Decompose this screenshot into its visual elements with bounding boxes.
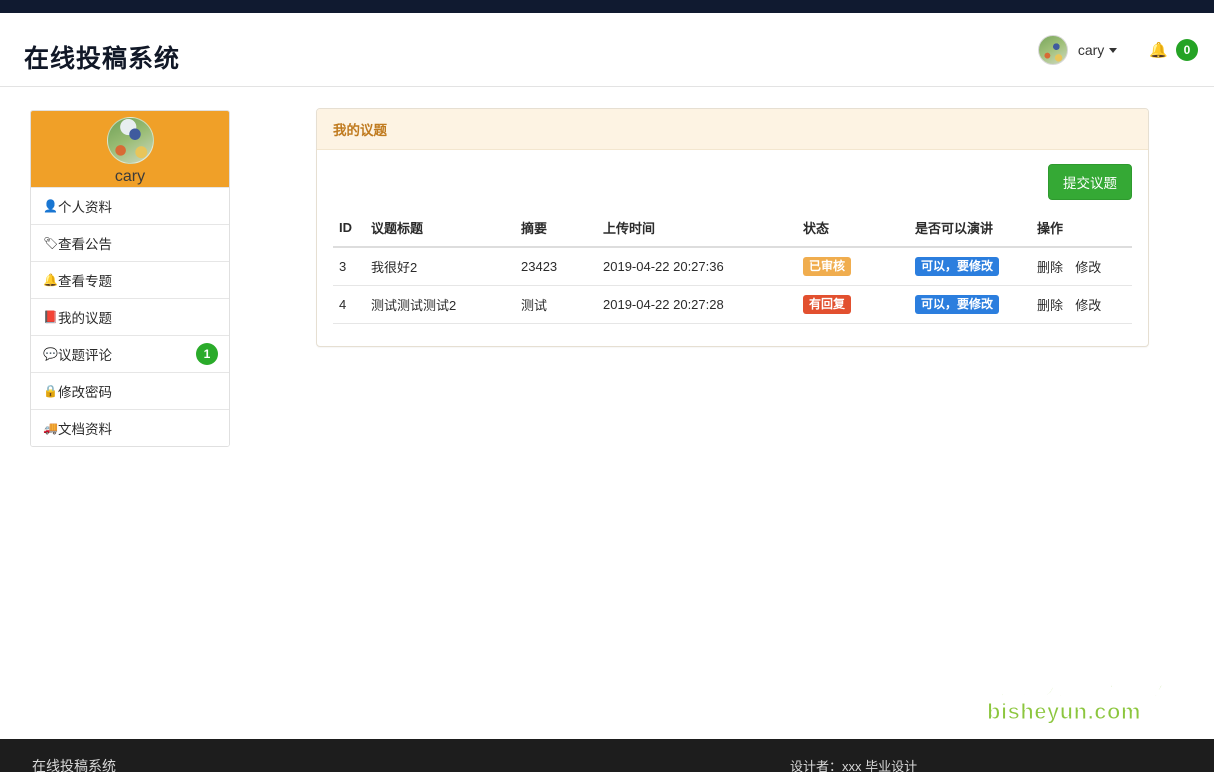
- user-menu-label: cary: [1077, 42, 1105, 58]
- cell-can-speak: 可以，要修改: [909, 247, 1031, 287]
- cell-status: 已审核: [797, 247, 909, 287]
- avatar[interactable]: [106, 117, 154, 164]
- submit-proposal-button[interactable]: 提交议题: [1048, 164, 1132, 200]
- table-row: 4 测试测试测试2 测试 2019-04-22 20:27:28 有回复 可以，…: [333, 285, 1132, 325]
- footer: 在线投稿系统 设计者：xxx 毕业设计: [0, 739, 1214, 772]
- cell-status: 有回复: [797, 285, 909, 325]
- book-icon: 📕: [43, 310, 58, 324]
- avatar[interactable]: [1037, 35, 1068, 65]
- bell-icon: 🔔: [43, 273, 58, 287]
- bell-icon[interactable]: 🔔: [1149, 43, 1168, 58]
- sidebar-item-profile[interactable]: 👤 个人资料: [31, 187, 229, 224]
- cell-title: 我很好2: [365, 247, 515, 287]
- column-header-summary: 摘要: [515, 209, 597, 248]
- cell-id: 3: [333, 247, 365, 287]
- sidebar: cary 👤 个人资料 🏷 查看公告 🔔 查看专题 📕 我的议题 💬 议题评论 …: [30, 110, 230, 447]
- watermark-line-1: 更多设计请关注（毕设云）: [932, 676, 1196, 700]
- sidebar-item-label: 个人资料: [58, 200, 112, 215]
- watermark-line-2: bisheyun.com: [987, 698, 1141, 724]
- cell-summary: 23423: [515, 247, 597, 287]
- delete-link[interactable]: 删除: [1037, 298, 1063, 313]
- sidebar-item-label: 查看专题: [58, 274, 112, 289]
- user-menu[interactable]: cary: [1077, 42, 1118, 58]
- sidebar-item-change-password[interactable]: 🔒 修改密码: [31, 372, 229, 409]
- panel-title: 我的议题: [317, 109, 1148, 150]
- truck-icon: 🚚: [43, 421, 58, 435]
- edit-link[interactable]: 修改: [1075, 298, 1101, 313]
- footer-site-name: 在线投稿系统: [32, 758, 116, 772]
- table-body: 3 我很好2 23423 2019-04-22 20:27:36 已审核 可以，…: [333, 247, 1132, 325]
- table-row: 3 我很好2 23423 2019-04-22 20:27:36 已审核 可以，…: [333, 247, 1132, 287]
- cell-uploaded: 2019-04-22 20:27:36: [597, 247, 797, 287]
- column-header-uploaded: 上传时间: [597, 209, 797, 248]
- cell-can-speak: 可以，要修改: [909, 285, 1031, 325]
- sidebar-item-label: 我的议题: [58, 311, 112, 326]
- cell-uploaded: 2019-04-22 20:27:28: [597, 285, 797, 325]
- sidebar-item-my-proposals[interactable]: 📕 我的议题: [31, 298, 229, 335]
- sidebar-profile-header: cary: [31, 111, 229, 187]
- column-header-status: 状态: [797, 209, 909, 248]
- sidebar-item-announcements[interactable]: 🏷 查看公告: [31, 224, 229, 261]
- edit-link[interactable]: 修改: [1075, 260, 1101, 275]
- lock-icon: 🔒: [43, 384, 58, 398]
- panel-toolbar: 提交议题: [333, 164, 1132, 200]
- sidebar-item-topics[interactable]: 🔔 查看专题: [31, 261, 229, 298]
- sidebar-comment-count-badge: 1: [196, 343, 218, 365]
- page-title: 在线投稿系统: [24, 45, 181, 73]
- table-header-row: ID 议题标题 摘要 上传时间 状态 是否可以演讲 操作: [333, 209, 1132, 248]
- sidebar-item-label: 查看公告: [58, 237, 112, 252]
- column-header-id: ID: [333, 209, 365, 248]
- panel-body: 提交议题 ID 议题标题 摘要 上传时间 状态 是否可以演讲 操作 3 我很好2…: [317, 150, 1148, 346]
- notifications-group[interactable]: 🔔 0: [1149, 39, 1198, 61]
- status-badge: 有回复: [803, 295, 852, 315]
- status-badge: 已审核: [803, 257, 852, 277]
- my-proposals-panel: 我的议题 提交议题 ID 议题标题 摘要 上传时间 状态 是否可以演讲 操作 3…: [316, 108, 1149, 348]
- column-header-can-speak: 是否可以演讲: [909, 209, 1031, 248]
- app-page: 在线投稿系统 cary 🔔 0 cary 👤 个人资料 🏷 查看公告 🔔 查看专…: [0, 0, 1214, 772]
- navbar-right-group: cary 🔔 0: [1037, 35, 1198, 65]
- sidebar-item-documents[interactable]: 🚚 文档资料: [31, 409, 229, 446]
- chevron-down-icon: [1109, 47, 1118, 53]
- comment-icon: 💬: [43, 347, 58, 361]
- top-accent-bar: [0, 0, 1214, 13]
- top-navbar: 在线投稿系统 cary 🔔 0: [0, 13, 1214, 87]
- watermark: 更多设计请关注（毕设云） bisheyun.com: [932, 676, 1196, 724]
- cell-title: 测试测试测试2: [365, 285, 515, 325]
- sidebar-item-label: 文档资料: [58, 422, 112, 437]
- proposals-table: ID 议题标题 摘要 上传时间 状态 是否可以演讲 操作 3 我很好2 2342…: [333, 209, 1132, 325]
- column-header-operations: 操作: [1031, 209, 1132, 248]
- table-head: ID 议题标题 摘要 上传时间 状态 是否可以演讲 操作: [333, 209, 1132, 248]
- footer-credits: 设计者：xxx 毕业设计: [790, 759, 918, 772]
- sidebar-item-comments[interactable]: 💬 议题评论 1: [31, 335, 229, 372]
- sidebar-item-label: 议题评论: [58, 348, 112, 363]
- user-icon: 👤: [43, 199, 58, 213]
- sidebar-item-label: 修改密码: [58, 385, 112, 400]
- cell-operations: 删除 修改: [1031, 285, 1132, 325]
- delete-link[interactable]: 删除: [1037, 260, 1063, 275]
- cell-id: 4: [333, 285, 365, 325]
- tag-icon: 🏷: [43, 236, 59, 250]
- notification-count-badge: 0: [1176, 39, 1198, 61]
- sidebar-username: cary: [114, 168, 146, 185]
- can-speak-badge: 可以，要修改: [915, 295, 1000, 315]
- cell-summary: 测试: [515, 285, 597, 325]
- cell-operations: 删除 修改: [1031, 247, 1132, 287]
- column-header-title: 议题标题: [365, 209, 515, 248]
- can-speak-badge: 可以，要修改: [915, 257, 1000, 277]
